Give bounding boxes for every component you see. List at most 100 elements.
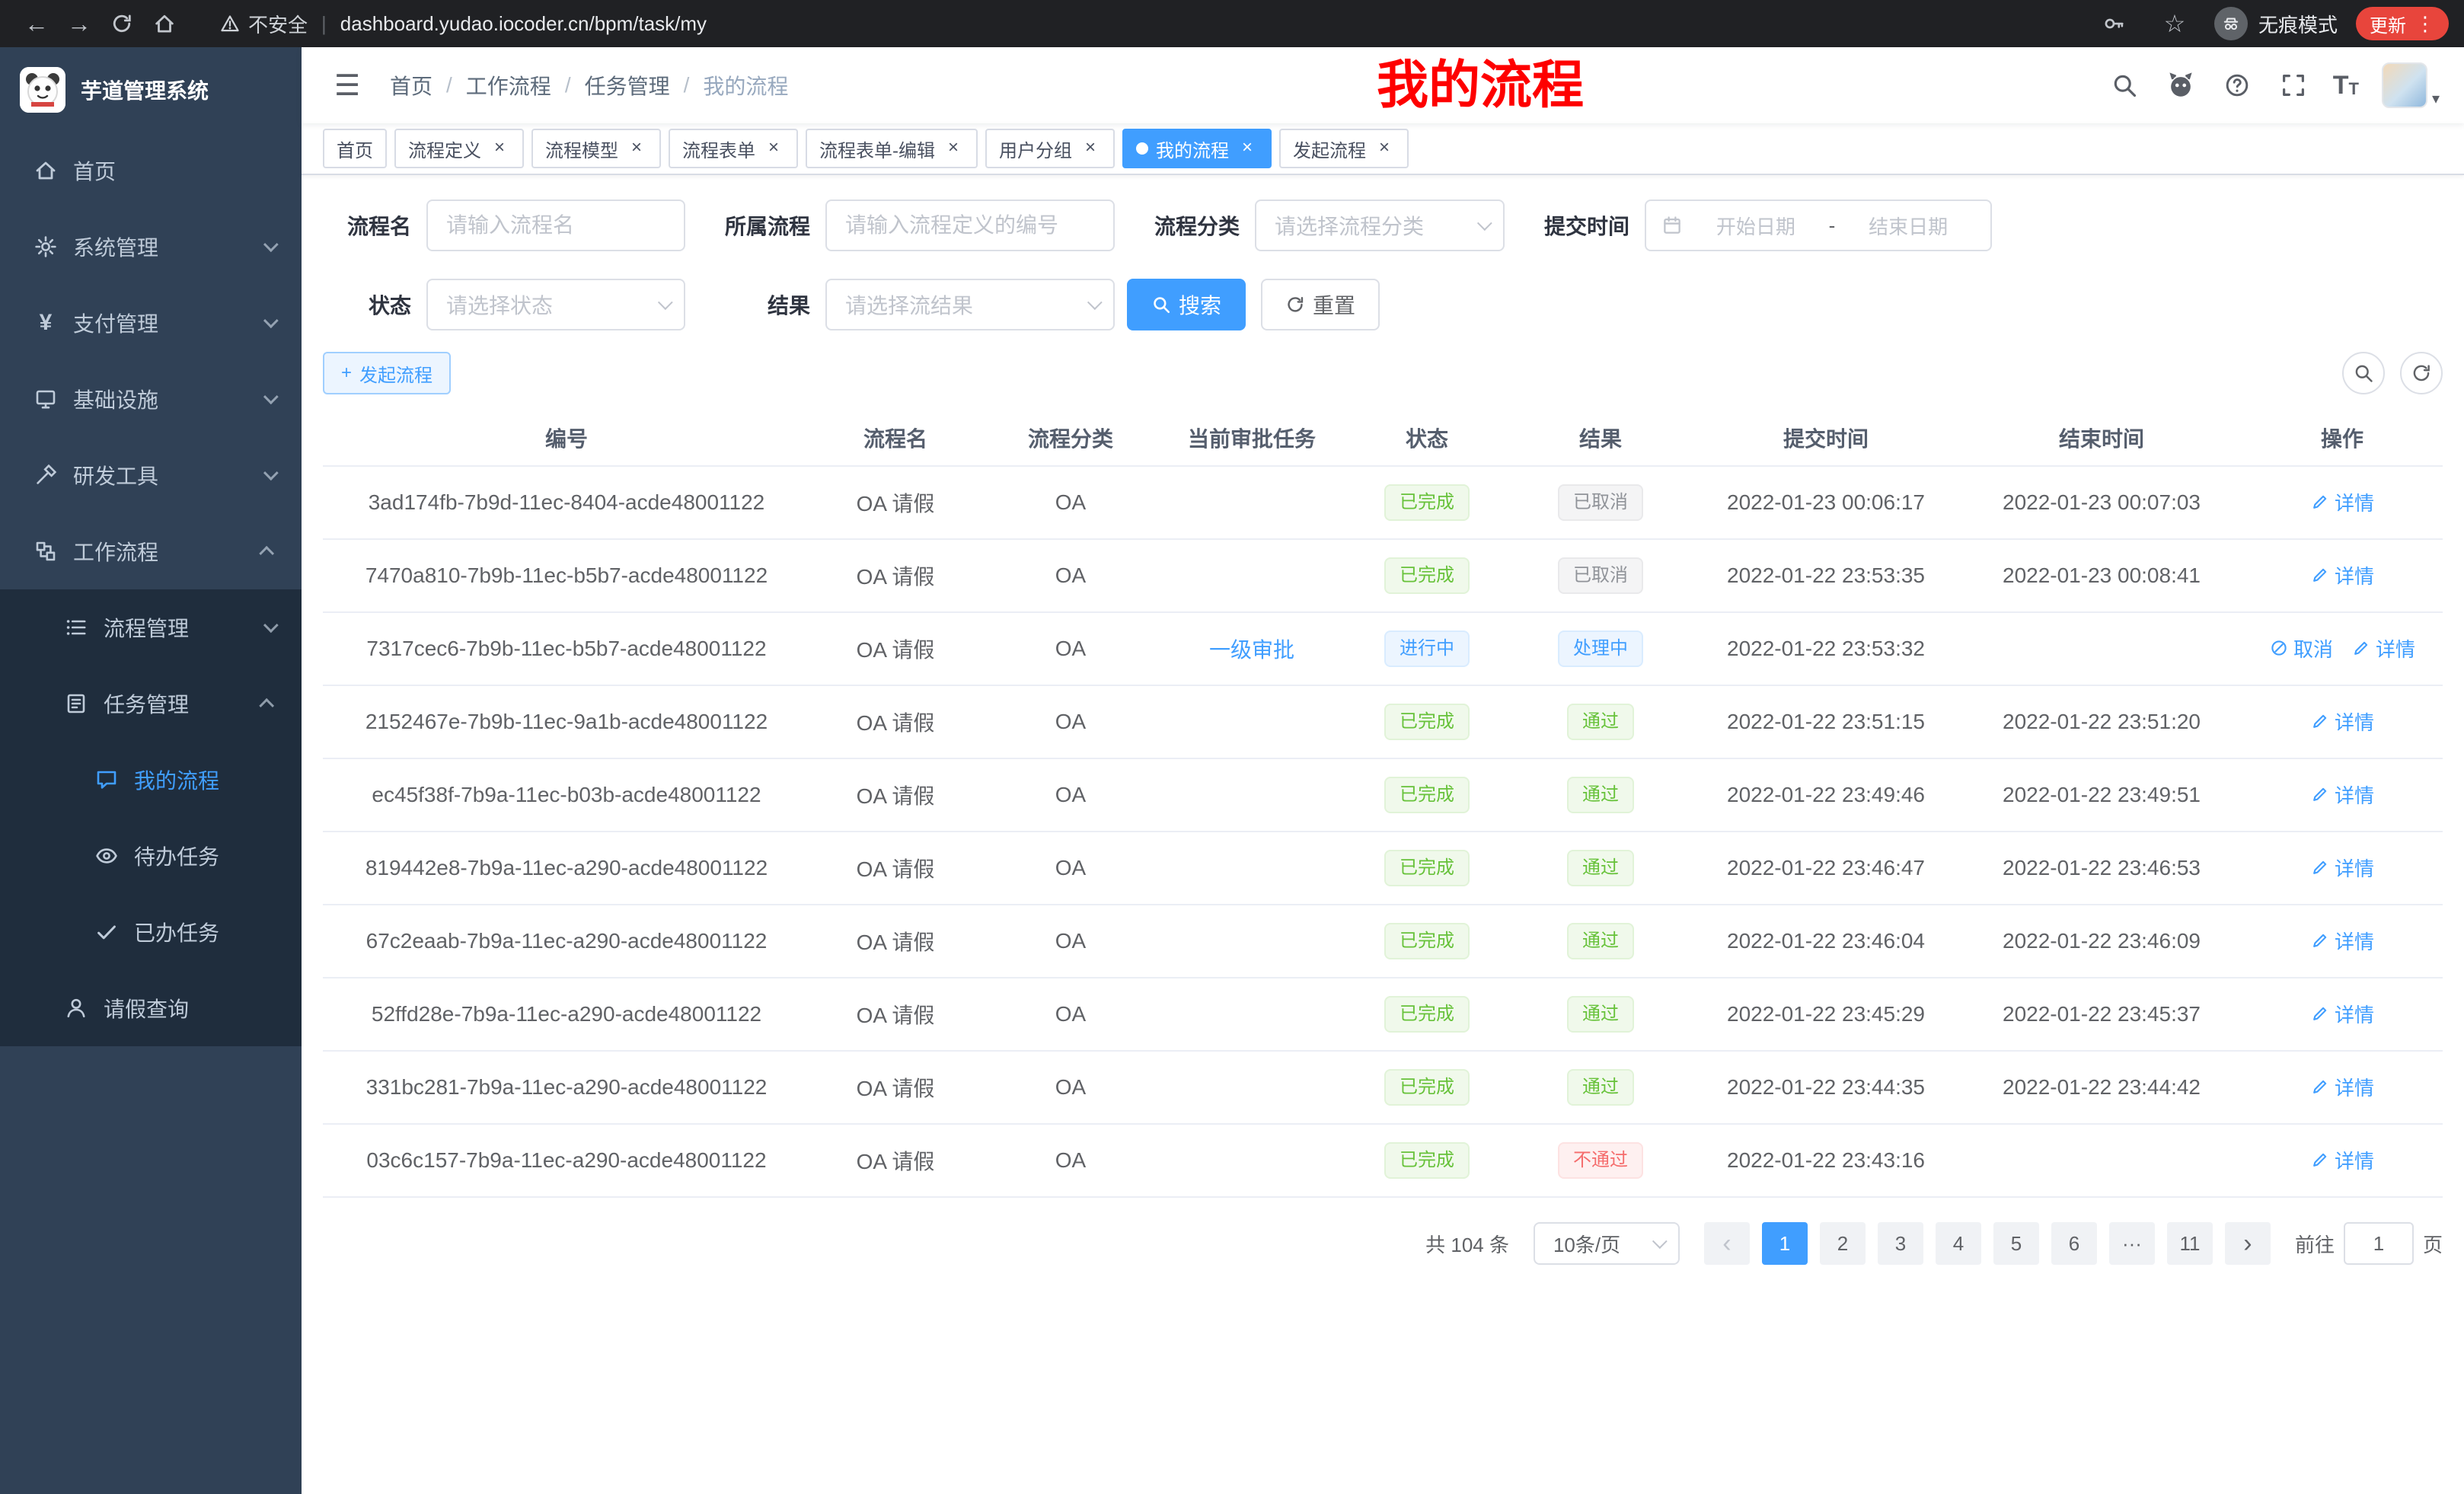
- sidebar-item-payment-mgmt[interactable]: ¥ 支付管理: [0, 285, 302, 361]
- table-row[interactable]: 03c6c157-7b9a-11ec-a290-acde48001122 OA …: [323, 1124, 2443, 1197]
- detail-link[interactable]: 详情: [2310, 927, 2374, 955]
- sidebar-item-done-tasks[interactable]: 已办任务: [0, 894, 302, 970]
- tab-item[interactable]: 首页: [323, 129, 387, 168]
- search-icon[interactable]: [2108, 69, 2141, 102]
- page-button[interactable]: 6: [2051, 1222, 2097, 1265]
- detail-link[interactable]: 详情: [2310, 781, 2374, 809]
- detail-link[interactable]: 详情: [2310, 1000, 2374, 1028]
- tab-close-icon[interactable]: ×: [763, 138, 784, 159]
- prev-page-button[interactable]: ‹: [1704, 1222, 1750, 1265]
- end-date-placeholder: 结束日期: [1841, 212, 1975, 240]
- sidebar-item-my-process[interactable]: 我的流程: [0, 742, 302, 818]
- tab-item[interactable]: 流程表单 ×: [669, 129, 798, 168]
- page-button[interactable]: 5: [1993, 1222, 2039, 1265]
- tab-item[interactable]: 我的流程 ×: [1122, 129, 1272, 168]
- table-row[interactable]: 67c2eaab-7b9a-11ec-a290-acde48001122 OA …: [323, 905, 2443, 978]
- security-warning[interactable]: 不安全: [219, 10, 308, 38]
- sidebar-item-system-mgmt[interactable]: 系统管理: [0, 209, 302, 285]
- breadcrumb-item[interactable]: 首页: [390, 70, 432, 101]
- tab-item[interactable]: 流程模型 ×: [531, 129, 661, 168]
- page-size-select[interactable]: 10条/页: [1534, 1222, 1680, 1265]
- page-button[interactable]: 4: [1936, 1222, 1981, 1265]
- breadcrumb-item[interactable]: 工作流程: [466, 70, 551, 101]
- browser-home-button[interactable]: [143, 2, 186, 45]
- github-icon[interactable]: [2164, 69, 2197, 102]
- current-task-link[interactable]: 一级审批: [1209, 638, 1294, 662]
- sidebar-item-leave-query[interactable]: 请假查询: [0, 970, 302, 1046]
- sidebar-item-todo-tasks[interactable]: 待办任务: [0, 818, 302, 894]
- tab-item[interactable]: 用户分组 ×: [985, 129, 1115, 168]
- toggle-search-button[interactable]: [2342, 352, 2385, 394]
- detail-link[interactable]: 详情: [2310, 561, 2374, 589]
- browser-forward-button[interactable]: →: [58, 2, 101, 45]
- font-size-icon[interactable]: TT: [2333, 72, 2359, 98]
- address-bar[interactable]: 不安全 | dashboard.yudao.iocoder.cn/bpm/tas…: [219, 10, 2092, 38]
- detail-link[interactable]: 详情: [2310, 1146, 2374, 1174]
- status-badge: 已完成: [1384, 484, 1470, 521]
- sidebar-item-dev-tools[interactable]: 研发工具: [0, 437, 302, 513]
- process-definition-input[interactable]: [825, 200, 1115, 251]
- detail-link[interactable]: 详情: [2310, 1073, 2374, 1101]
- sidebar-item-infrastructure[interactable]: 基础设施: [0, 361, 302, 437]
- refresh-table-button[interactable]: [2400, 352, 2443, 394]
- submit-time-range-picker[interactable]: 开始日期 - 结束日期: [1645, 200, 1992, 251]
- tab-close-icon[interactable]: ×: [489, 138, 510, 159]
- process-name-input[interactable]: [426, 200, 685, 251]
- sidebar-item-task-mgmt[interactable]: 任务管理: [0, 666, 302, 742]
- sidebar-item-process-mgmt[interactable]: 流程管理: [0, 589, 302, 666]
- start-process-button[interactable]: + 发起流程: [323, 352, 451, 394]
- tab-close-icon[interactable]: ×: [1237, 138, 1258, 159]
- detail-link[interactable]: 详情: [2351, 634, 2415, 662]
- fullscreen-icon[interactable]: [2277, 69, 2310, 102]
- sidebar-item-home[interactable]: 首页: [0, 132, 302, 209]
- table-row[interactable]: 819442e8-7b9a-11ec-a290-acde48001122 OA …: [323, 832, 2443, 905]
- next-page-button[interactable]: ›: [2225, 1222, 2271, 1265]
- sidebar-item-workflow[interactable]: 工作流程: [0, 513, 302, 589]
- table-row[interactable]: 3ad174fb-7b9d-11ec-8404-acde48001122 OA …: [323, 466, 2443, 539]
- detail-link[interactable]: 详情: [2310, 488, 2374, 516]
- tab-item[interactable]: 发起流程 ×: [1279, 129, 1409, 168]
- table-row[interactable]: 7317cec6-7b9b-11ec-b5b7-acde48001122 OA …: [323, 612, 2443, 685]
- tab-item[interactable]: 流程表单-编辑 ×: [806, 129, 978, 168]
- category-select[interactable]: 请选择流程分类: [1255, 200, 1505, 251]
- bookmark-star-button[interactable]: ☆: [2153, 2, 2196, 45]
- browser-menu-icon[interactable]: ⋮: [2415, 12, 2435, 36]
- goto-page-input[interactable]: [2344, 1222, 2414, 1265]
- search-button[interactable]: 搜索: [1127, 279, 1246, 330]
- page-more-button[interactable]: ···: [2109, 1222, 2155, 1265]
- browser-back-button[interactable]: ←: [15, 2, 58, 45]
- table-row[interactable]: 331bc281-7b9a-11ec-a290-acde48001122 OA …: [323, 1051, 2443, 1124]
- breadcrumb-item[interactable]: 任务管理: [585, 70, 670, 101]
- help-icon[interactable]: [2220, 69, 2254, 102]
- avatar[interactable]: [2382, 62, 2427, 108]
- reset-button[interactable]: 重置: [1261, 279, 1380, 330]
- password-key-button[interactable]: [2092, 2, 2135, 45]
- tab-close-icon[interactable]: ×: [943, 138, 964, 159]
- edit-icon: [2310, 931, 2330, 950]
- browser-refresh-button[interactable]: [101, 2, 143, 45]
- cancel-link[interactable]: 取消: [2269, 634, 2333, 662]
- user-menu[interactable]: ▾: [2382, 62, 2440, 108]
- detail-link[interactable]: 详情: [2310, 854, 2374, 882]
- status-select[interactable]: 请选择状态: [426, 279, 685, 330]
- tab-close-icon[interactable]: ×: [1374, 138, 1395, 159]
- tab-close-icon[interactable]: ×: [1080, 138, 1101, 159]
- table-row[interactable]: 7470a810-7b9b-11ec-b5b7-acde48001122 OA …: [323, 539, 2443, 612]
- sidebar-toggle-icon[interactable]: ☰: [326, 69, 369, 103]
- tab-item[interactable]: 流程定义 ×: [394, 129, 524, 168]
- result-select[interactable]: 请选择流结果: [825, 279, 1115, 330]
- sidebar-item-label: 基础设施: [73, 384, 158, 414]
- page-button[interactable]: 3: [1878, 1222, 1923, 1265]
- update-button[interactable]: 更新 ⋮: [2356, 7, 2449, 40]
- chevron-down-icon: [1477, 215, 1492, 231]
- table-row[interactable]: ec45f38f-7b9a-11ec-b03b-acde48001122 OA …: [323, 758, 2443, 832]
- detail-link[interactable]: 详情: [2310, 707, 2374, 736]
- page-button[interactable]: 11: [2167, 1222, 2213, 1265]
- page-button[interactable]: 2: [1820, 1222, 1866, 1265]
- page-button[interactable]: 1: [1762, 1222, 1808, 1265]
- app-logo[interactable]: 芋道管理系统: [0, 47, 302, 132]
- table-row[interactable]: 52ffd28e-7b9a-11ec-a290-acde48001122 OA …: [323, 978, 2443, 1051]
- cell-id: 7317cec6-7b9b-11ec-b5b7-acde48001122: [323, 612, 810, 685]
- tab-close-icon[interactable]: ×: [626, 138, 647, 159]
- table-row[interactable]: 2152467e-7b9b-11ec-9a1b-acde48001122 OA …: [323, 685, 2443, 758]
